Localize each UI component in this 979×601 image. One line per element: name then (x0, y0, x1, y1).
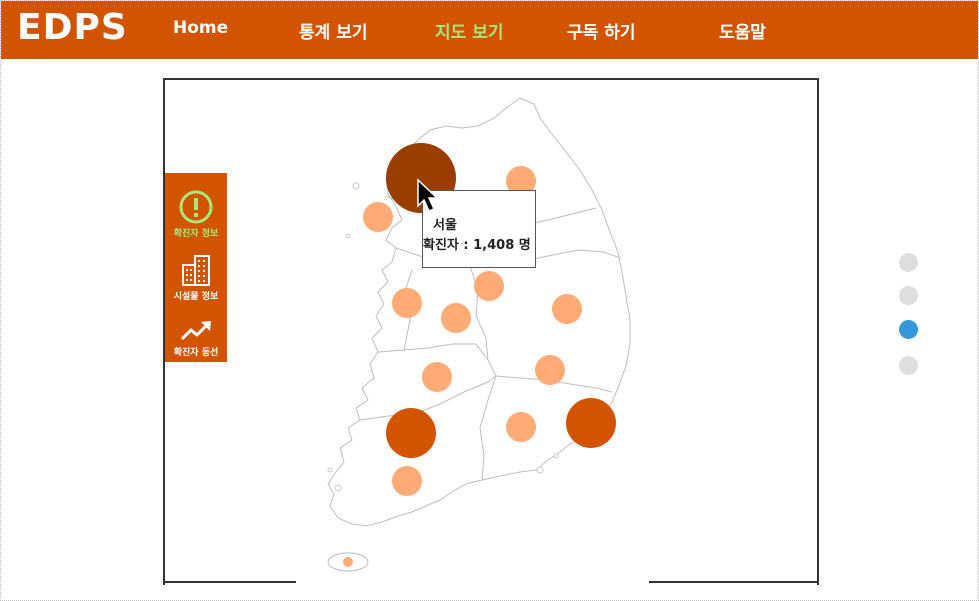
tooltip-region-name: 서울 (433, 218, 457, 233)
province-outlines (327, 97, 631, 527)
pager-dot-1[interactable] (899, 253, 918, 272)
bubble-incheon[interactable] (363, 202, 393, 232)
pager-dot-4[interactable] (899, 356, 918, 375)
side-item-case-info[interactable]: 확진자 정보 (165, 190, 227, 239)
bubble-gyeongnam[interactable] (506, 412, 536, 442)
bubble-jeonbuk[interactable] (422, 362, 452, 392)
side-item-case-route[interactable]: 확진자 동선 (165, 319, 227, 358)
side-item-label: 시설물 정보 (173, 292, 219, 302)
bubble-jeju[interactable] (343, 557, 353, 567)
side-item-label: 확진자 정보 (173, 229, 219, 239)
bubble-daegu[interactable] (535, 355, 565, 385)
tooltip-case-count: 확진자 : 1,408 명 (423, 238, 531, 253)
bubble-busan[interactable] (566, 398, 616, 448)
bubble-chungbuk[interactable] (474, 271, 504, 301)
korea-map[interactable] (0, 0, 979, 601)
bubble-gyeongbuk[interactable] (552, 294, 582, 324)
trending-up-icon (180, 321, 211, 341)
alert-circle-icon (179, 190, 213, 224)
pager-dot-2[interactable] (899, 286, 918, 305)
side-item-facility-info[interactable]: 시설물 정보 (165, 253, 227, 302)
side-item-label: 확진자 동선 (173, 348, 219, 358)
bubble-jeonnam[interactable] (392, 466, 422, 496)
pager-dot-3[interactable] (899, 320, 918, 339)
bubble-chungnam[interactable] (392, 288, 422, 318)
bubble-daejeon[interactable] (441, 303, 471, 333)
bubble-gwangju[interactable] (386, 408, 436, 458)
side-menu: 확진자 정보 시설물 정보 확진자 동선 (165, 173, 227, 362)
mouse-cursor-icon (417, 178, 439, 212)
building-icon (182, 255, 210, 286)
